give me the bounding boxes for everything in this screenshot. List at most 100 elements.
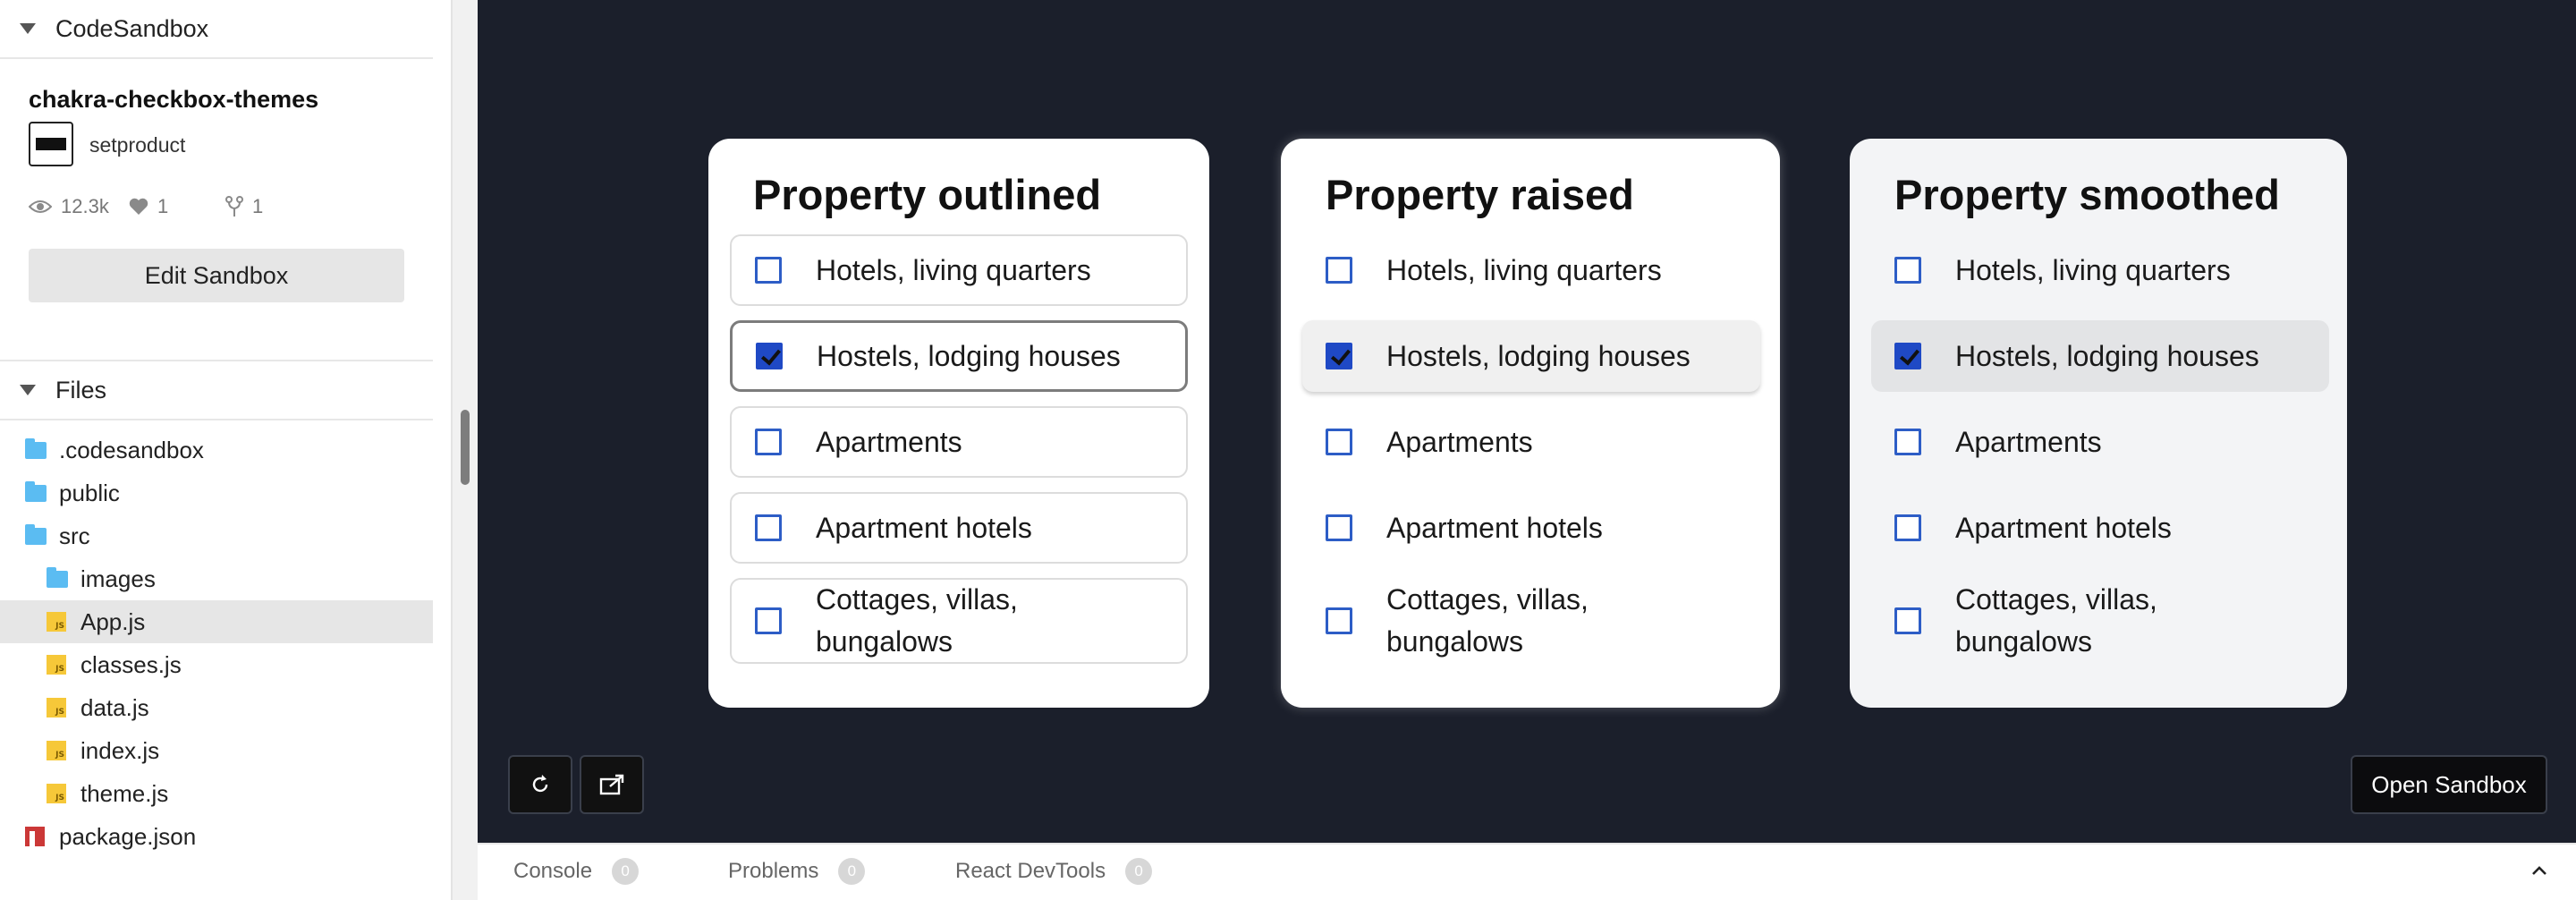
checkbox-unchecked[interactable] bbox=[1894, 514, 1921, 541]
file-item[interactable]: JS index.js bbox=[0, 729, 433, 772]
checkbox-label: Apartment hotels bbox=[1955, 511, 2172, 544]
refresh-icon bbox=[532, 775, 548, 793]
open-new-window-icon bbox=[599, 774, 624, 795]
author-avatar[interactable] bbox=[29, 122, 73, 166]
checkbox-unchecked[interactable] bbox=[755, 514, 782, 541]
file-item[interactable]: JS data.js bbox=[0, 686, 433, 729]
checkbox-option[interactable]: Apartment hotels bbox=[1302, 492, 1760, 564]
refresh-button[interactable] bbox=[508, 755, 572, 814]
checkbox-card-raised: Property raised Hotels, living quarters Ho… bbox=[1281, 139, 1780, 708]
project-name: chakra-checkbox-themes bbox=[29, 86, 319, 113]
javascript-file-icon: JS bbox=[47, 612, 66, 632]
checkbox-label: Apartments bbox=[1955, 425, 2102, 458]
file-item[interactable]: JS App.js bbox=[0, 600, 433, 643]
author-name[interactable]: setproduct bbox=[89, 133, 185, 157]
file-name: index.js bbox=[80, 736, 160, 764]
forks-count: 1 bbox=[252, 195, 264, 217]
checkbox-option[interactable]: Hostels, lodging houses bbox=[1302, 320, 1760, 392]
checkbox-unchecked[interactable] bbox=[1894, 607, 1921, 634]
checkbox-card-smoothed: Property smoothed Hotels, living quarters… bbox=[1850, 139, 2347, 708]
checkbox-option[interactable]: Cottages, villas, bungalows bbox=[1871, 578, 2329, 664]
scrollbar-thumb[interactable] bbox=[461, 410, 470, 485]
file-item[interactable]: .codesandbox bbox=[0, 429, 433, 471]
checkbox-unchecked[interactable] bbox=[755, 607, 782, 634]
javascript-file-icon: JS bbox=[47, 698, 66, 717]
chevron-up-icon[interactable] bbox=[2529, 861, 2549, 880]
preview-pane: Property outlined Hotels, living quarters… bbox=[478, 0, 2576, 843]
checkbox-checked[interactable] bbox=[756, 343, 783, 369]
file-item[interactable]: src bbox=[0, 514, 433, 557]
checkbox-label: Cottages, villas, bungalows bbox=[816, 583, 1018, 658]
checkbox-label: Apartments bbox=[816, 425, 962, 458]
checkbox-unchecked[interactable] bbox=[755, 257, 782, 284]
files-section-header[interactable]: Files bbox=[0, 361, 433, 419]
file-name: .codesandbox bbox=[59, 436, 204, 463]
file-name: App.js bbox=[80, 607, 146, 635]
likes-count: 1 bbox=[157, 195, 169, 217]
file-name: images bbox=[80, 565, 156, 592]
javascript-file-icon: JS bbox=[47, 741, 66, 760]
eye-icon bbox=[29, 200, 52, 213]
open-new-window-button[interactable] bbox=[580, 755, 644, 814]
devtools-tab-react-devtools[interactable]: React DevTools 0 bbox=[955, 845, 1153, 898]
checkbox-unchecked[interactable] bbox=[1894, 429, 1921, 455]
checkbox-option[interactable]: Apartments bbox=[1302, 406, 1760, 478]
checkbox-label: Hotels, living quarters bbox=[1955, 253, 2231, 286]
file-name: data.js bbox=[80, 693, 149, 721]
file-name: src bbox=[59, 522, 90, 549]
checkbox-unchecked[interactable] bbox=[1326, 429, 1352, 455]
checkbox-option[interactable]: Hotels, living quarters bbox=[730, 234, 1188, 306]
divider bbox=[0, 57, 433, 59]
checkbox-label: Hotels, living quarters bbox=[816, 253, 1091, 286]
count-badge: 0 bbox=[838, 858, 866, 885]
file-name: package.json bbox=[59, 822, 197, 850]
open-sandbox-button[interactable]: Open Sandbox bbox=[2351, 755, 2547, 814]
tab-label: Console bbox=[513, 859, 593, 883]
file-item[interactable]: images bbox=[0, 557, 433, 600]
devtools-tab-problems[interactable]: Problems 0 bbox=[728, 845, 866, 898]
checkbox-option[interactable]: Hotels, living quarters bbox=[1302, 234, 1760, 306]
checkbox-label: Apartment hotels bbox=[1386, 511, 1603, 544]
folder-icon bbox=[25, 437, 47, 459]
folder-icon bbox=[25, 480, 47, 502]
tab-label: React DevTools bbox=[955, 859, 1106, 883]
edit-sandbox-button[interactable]: Edit Sandbox bbox=[29, 249, 404, 302]
checkbox-option[interactable]: Apartment hotels bbox=[730, 492, 1188, 564]
devtools-tab-console[interactable]: Console 0 bbox=[513, 845, 640, 898]
file-item[interactable]: JS theme.js bbox=[0, 772, 433, 815]
checkbox-unchecked[interactable] bbox=[1326, 514, 1352, 541]
forks-stat: 1 bbox=[225, 195, 263, 218]
checkbox-option[interactable]: Hostels, lodging houses bbox=[730, 320, 1188, 392]
file-name: public bbox=[59, 479, 120, 506]
checkbox-label: Apartments bbox=[1386, 425, 1533, 458]
count-badge: 0 bbox=[1125, 858, 1153, 885]
checkbox-checked[interactable] bbox=[1326, 343, 1352, 369]
file-item[interactable]: package.json bbox=[0, 815, 433, 858]
views-stat: 12.3k bbox=[29, 195, 109, 218]
checkbox-option[interactable]: Cottages, villas, bungalows bbox=[730, 578, 1188, 664]
sidebar-scrollbar[interactable] bbox=[451, 0, 478, 900]
file-item[interactable]: JS classes.js bbox=[0, 643, 433, 686]
checkbox-label: Hotels, living quarters bbox=[1386, 253, 1662, 286]
setproduct-logo-icon bbox=[36, 138, 66, 150]
checkbox-option[interactable]: Apartments bbox=[730, 406, 1188, 478]
checkbox-option[interactable]: Hostels, lodging houses bbox=[1871, 320, 2329, 392]
checkbox-option[interactable]: Hotels, living quarters bbox=[1871, 234, 2329, 306]
file-item[interactable]: public bbox=[0, 471, 433, 514]
checkbox-unchecked[interactable] bbox=[1894, 257, 1921, 284]
file-name: theme.js bbox=[80, 779, 169, 807]
checkbox-option[interactable]: Apartment hotels bbox=[1871, 492, 2329, 564]
checkbox-unchecked[interactable] bbox=[1326, 257, 1352, 284]
checkbox-option[interactable]: Apartments bbox=[1871, 406, 2329, 478]
codesandbox-section-header[interactable]: CodeSandbox bbox=[0, 0, 433, 57]
card-title: Property outlined bbox=[753, 171, 1102, 218]
checkbox-checked[interactable] bbox=[1894, 343, 1921, 369]
sidebar: CodeSandbox chakra-checkbox-themes setpr… bbox=[0, 0, 433, 900]
checkbox-unchecked[interactable] bbox=[1326, 607, 1352, 634]
javascript-file-icon: JS bbox=[47, 655, 66, 675]
divider bbox=[0, 419, 433, 420]
folder-icon bbox=[25, 523, 47, 545]
checkbox-unchecked[interactable] bbox=[755, 429, 782, 455]
collapse-triangle-icon bbox=[20, 385, 36, 395]
checkbox-option[interactable]: Cottages, villas, bungalows bbox=[1302, 578, 1760, 664]
